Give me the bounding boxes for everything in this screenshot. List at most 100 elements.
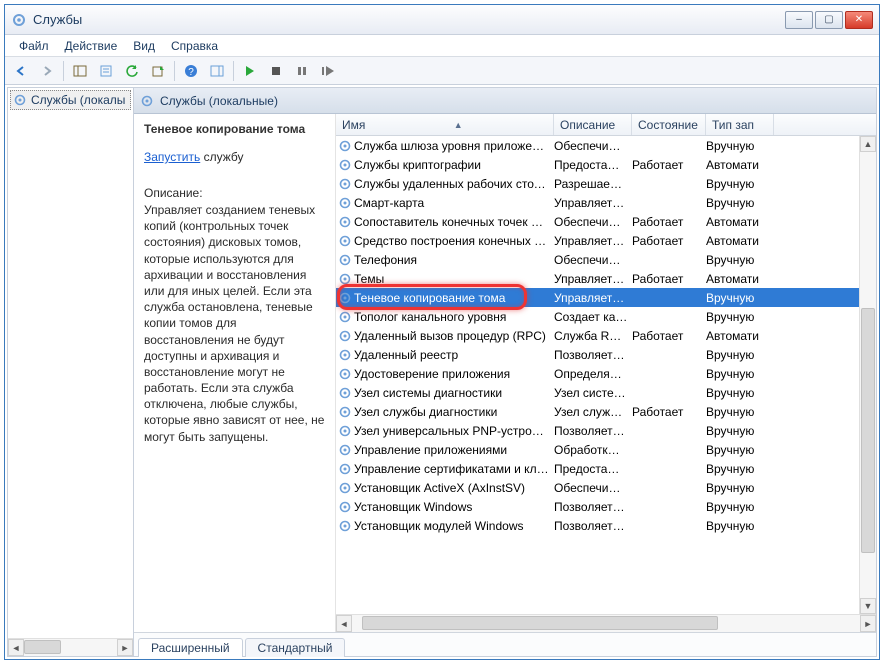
gear-icon	[336, 272, 354, 286]
cell-description: Позволяет…	[554, 348, 632, 362]
pause-service-button[interactable]	[290, 60, 314, 82]
table-row[interactable]: Узел универсальных PNP-устройс…Позволяет…	[336, 421, 876, 440]
cell-name: Удаленный вызов процедур (RPC)	[354, 329, 554, 343]
details-title: Теневое копирование тома	[144, 122, 325, 136]
gear-icon	[140, 94, 154, 108]
tab-extended[interactable]: Расширенный	[138, 638, 243, 657]
cell-state: Работает	[632, 272, 706, 286]
col-name[interactable]: Имя▲	[336, 114, 554, 135]
cell-name: Установщик ActiveX (AxInstSV)	[354, 481, 554, 495]
table-row[interactable]: Узел системы диагностикиУзел систе…Вручн…	[336, 383, 876, 402]
start-service-link[interactable]: Запустить	[144, 150, 200, 164]
table-row[interactable]: Службы криптографииПредоста…РаботаетАвто…	[336, 155, 876, 174]
table-row[interactable]: Управление сертификатами и кл…Предоста… В…	[336, 459, 876, 478]
cell-state: Работает	[632, 234, 706, 248]
cell-startup: Вручную	[706, 177, 774, 191]
table-row[interactable]: Установщик WindowsПозволяет…Вручную	[336, 497, 876, 516]
table-row[interactable]: Средство построения конечных т…Управляет…	[336, 231, 876, 250]
right-pane: Службы (локальные) Теневое копирование т…	[134, 88, 876, 656]
refresh-button[interactable]	[120, 60, 144, 82]
cell-name: Смарт-карта	[354, 196, 554, 210]
properties-button[interactable]	[94, 60, 118, 82]
table-row[interactable]: Управление приложениямиОбработк…Вручную	[336, 440, 876, 459]
cell-startup: Автомати	[706, 215, 774, 229]
cell-startup: Автомати	[706, 158, 774, 172]
cell-description: Управляет…	[554, 291, 632, 305]
cell-name: Узел службы диагностики	[354, 405, 554, 419]
start-service-suffix: службу	[204, 150, 244, 164]
cell-startup: Автомати	[706, 329, 774, 343]
menu-file[interactable]: Файл	[11, 37, 57, 55]
scroll-left-icon[interactable]: ◄	[336, 615, 352, 632]
table-row[interactable]: Тополог канального уровняСоздает ка…Вруч…	[336, 307, 876, 326]
table-row[interactable]: Сопоставитель конечных точек R…Обеспечи……	[336, 212, 876, 231]
tree-root-services[interactable]: Службы (локалы	[10, 90, 131, 110]
start-service-button[interactable]	[238, 60, 262, 82]
gear-icon	[336, 310, 354, 324]
stop-service-button[interactable]	[264, 60, 288, 82]
forward-button[interactable]	[35, 60, 59, 82]
cell-name: Средство построения конечных т…	[354, 234, 554, 248]
table-row[interactable]: Удаленный реестрПозволяет…Вручную	[336, 345, 876, 364]
minimize-button[interactable]: –	[785, 11, 813, 29]
scroll-thumb[interactable]	[24, 640, 61, 654]
menu-help[interactable]: Справка	[163, 37, 226, 55]
col-startup[interactable]: Тип зап	[706, 114, 774, 135]
cell-startup: Автомати	[706, 272, 774, 286]
back-button[interactable]	[9, 60, 33, 82]
cell-state: Работает	[632, 215, 706, 229]
table-row[interactable]: Смарт-картаУправляет…Вручную	[336, 193, 876, 212]
gear-icon	[336, 215, 354, 229]
table-row[interactable]: ТелефонияОбеспечи…Вручную	[336, 250, 876, 269]
scroll-thumb[interactable]	[362, 616, 718, 630]
col-state[interactable]: Состояние	[632, 114, 706, 135]
table-row[interactable]: Теневое копирование томаУправляет…Вручну…	[336, 288, 876, 307]
svg-text:?: ?	[188, 67, 194, 78]
tree-hscrollbar[interactable]: ◄ ►	[8, 638, 133, 656]
col-description[interactable]: Описание	[554, 114, 632, 135]
gear-icon	[336, 234, 354, 248]
cell-startup: Вручную	[706, 386, 774, 400]
restart-service-button[interactable]	[316, 60, 340, 82]
scroll-thumb[interactable]	[861, 308, 875, 553]
menu-view[interactable]: Вид	[125, 37, 163, 55]
table-row[interactable]: Установщик ActiveX (AxInstSV)Обеспечи…Вр…	[336, 478, 876, 497]
tree-root-label: Службы (локалы	[31, 93, 125, 107]
cell-startup: Вручную	[706, 462, 774, 476]
gear-icon	[336, 424, 354, 438]
sort-asc-icon: ▲	[454, 120, 463, 130]
gear-icon	[336, 253, 354, 267]
list-vscrollbar[interactable]: ▲ ▼	[859, 136, 876, 614]
list-hscrollbar[interactable]: ◄ ►	[336, 614, 876, 632]
scroll-right-icon[interactable]: ►	[117, 639, 133, 656]
table-row[interactable]: Службы удаленных рабочих стол…Разрешае…В…	[336, 174, 876, 193]
scroll-down-icon[interactable]: ▼	[860, 598, 876, 614]
cell-name: Тополог канального уровня	[354, 310, 554, 324]
scroll-up-icon[interactable]: ▲	[860, 136, 876, 152]
table-row[interactable]: Удаленный вызов процедур (RPC)Служба R…Р…	[336, 326, 876, 345]
cell-description: Узел служ…	[554, 405, 632, 419]
titlebar[interactable]: Службы – ▢ ✕	[5, 5, 879, 35]
cell-startup: Вручную	[706, 367, 774, 381]
show-hide-tree-button[interactable]	[68, 60, 92, 82]
close-button[interactable]: ✕	[845, 11, 873, 29]
scroll-right-icon[interactable]: ►	[860, 615, 876, 632]
gear-icon	[336, 158, 354, 172]
action-pane-button[interactable]	[205, 60, 229, 82]
maximize-button[interactable]: ▢	[815, 11, 843, 29]
tab-standard[interactable]: Стандартный	[245, 638, 346, 657]
cell-name: Узел системы диагностики	[354, 386, 554, 400]
export-button[interactable]	[146, 60, 170, 82]
table-row[interactable]: Удостоверение приложенияОпределя…Вручную	[336, 364, 876, 383]
cell-description: Предоста…	[554, 462, 632, 476]
cell-name: Службы криптографии	[354, 158, 554, 172]
table-row[interactable]: Узел службы диагностикиУзел служ…Работае…	[336, 402, 876, 421]
scroll-left-icon[interactable]: ◄	[8, 639, 24, 656]
gear-icon	[336, 177, 354, 191]
menu-action[interactable]: Действие	[57, 37, 126, 55]
help-button[interactable]: ?	[179, 60, 203, 82]
cell-name: Управление сертификатами и кл…	[354, 462, 554, 476]
table-row[interactable]: ТемыУправляет…РаботаетАвтомати	[336, 269, 876, 288]
table-row[interactable]: Служба шлюза уровня приложен…Обеспечи…Вр…	[336, 136, 876, 155]
table-row[interactable]: Установщик модулей WindowsПозволяет…Вруч…	[336, 516, 876, 535]
